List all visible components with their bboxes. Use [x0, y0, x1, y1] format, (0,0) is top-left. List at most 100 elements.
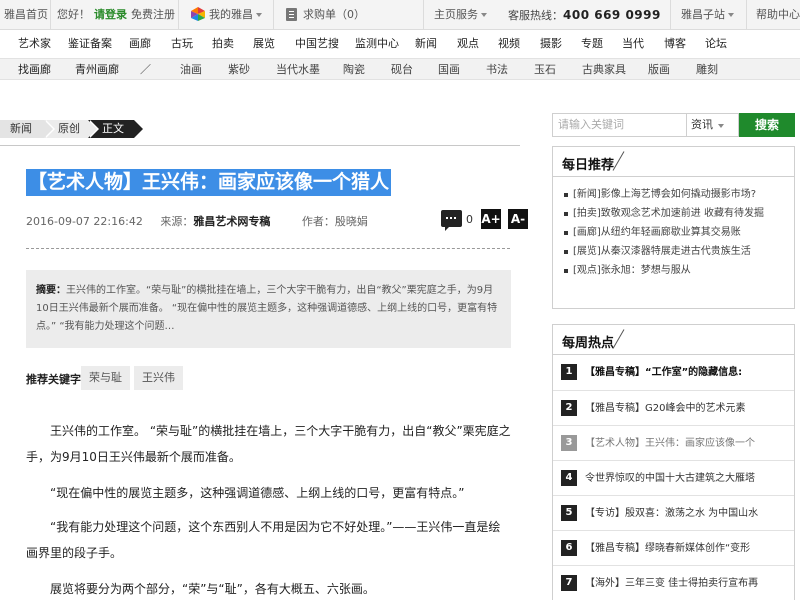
- substations-label: 雅昌子站: [681, 8, 725, 21]
- nav-item-video[interactable]: 视频: [498, 36, 520, 52]
- list-item[interactable]: 2 【雅昌专稿】G20峰会中的艺术元素: [553, 390, 794, 425]
- sub-nav-qingzhou-gallery[interactable]: 青州画廊: [75, 62, 119, 78]
- sub-nav-zisha[interactable]: 紫砂: [228, 62, 250, 78]
- chevron-down-icon: [728, 13, 734, 17]
- sub-nav-oil-painting[interactable]: 油画: [180, 62, 202, 78]
- list-item[interactable]: 6 【雅昌专稿】缪晓春新媒体创作“变形: [553, 530, 794, 565]
- nav-item-forum[interactable]: 论坛: [705, 36, 727, 52]
- my-artron-menu[interactable]: 我的雅昌: [209, 8, 262, 22]
- substations-menu[interactable]: 雅昌子站: [681, 8, 734, 22]
- sub-nav-jade[interactable]: 玉石: [534, 62, 556, 78]
- article-summary: 摘要：王兴伟的工作室。“荣与耻”的横批挂在墙上，三个大字干脆有力，出自“教父”栗…: [26, 270, 511, 348]
- services-menu[interactable]: 主页服务: [434, 8, 487, 22]
- home-link[interactable]: 雅昌首页: [4, 8, 48, 22]
- list-item[interactable]: 4 令世界惊叹的中国十大古建筑之大雁塔: [553, 460, 794, 495]
- list-item[interactable]: [新闻]影像上海艺博会如何撬动摄影市场?: [563, 185, 784, 204]
- list-item[interactable]: [拍卖]致敬观念艺术加速前进 收藏有待发掘: [563, 204, 784, 223]
- list-item[interactable]: [观点]张永旭：梦想与服从: [563, 261, 784, 280]
- article-author: 殷晓娟: [334, 215, 368, 228]
- rank-badge: 3: [561, 435, 577, 451]
- rank-badge: 2: [561, 400, 577, 416]
- sub-nav-sculpture[interactable]: 雕刻: [696, 62, 718, 78]
- chevron-down-icon: [718, 124, 724, 128]
- search-category-value: 资讯: [691, 118, 713, 131]
- list-item[interactable]: 3 【艺术人物】王兴伟：画家应该像一个: [553, 425, 794, 460]
- keywords-label: 推荐关键字: [26, 373, 81, 386]
- sub-nav-printmaking[interactable]: 版画: [648, 62, 670, 78]
- sub-nav-find-gallery[interactable]: 找画廊: [18, 62, 51, 78]
- divider: [178, 0, 179, 30]
- list-item[interactable]: [展览]从秦汉漆器特展走进古代贵族生活: [563, 242, 784, 261]
- divider: [746, 0, 747, 30]
- nav-item-gallery[interactable]: 画廊: [129, 36, 151, 52]
- sub-nav-ink[interactable]: 当代水墨: [276, 62, 320, 78]
- nav-item-opinion[interactable]: 观点: [457, 36, 479, 52]
- breadcrumb: 新闻 原创 正文: [0, 120, 520, 138]
- author-label: 作者：: [301, 215, 335, 228]
- divider: [26, 248, 510, 249]
- source-label: 来源：: [160, 215, 194, 228]
- list-item[interactable]: 7 【海外】三年三变 佳士得拍卖行宣布再: [553, 565, 794, 600]
- divider: [273, 0, 274, 30]
- rank-badge: 1: [561, 364, 577, 380]
- rank-badge: 5: [561, 505, 577, 521]
- sub-nav-furniture[interactable]: 古典家具: [582, 62, 626, 78]
- divider: [670, 0, 671, 30]
- search-input[interactable]: 请输入关键词: [552, 113, 686, 137]
- search-category-select[interactable]: 资讯: [686, 113, 739, 137]
- nav-item-news[interactable]: 新闻: [415, 36, 437, 52]
- sub-nav-chinese-painting[interactable]: 国画: [438, 62, 460, 78]
- font-decrease-button[interactable]: A-: [508, 209, 528, 229]
- nav-item-artist[interactable]: 艺术家: [18, 36, 51, 52]
- top-bar: 雅昌首页 您好！ 请登录 免费注册 我的雅昌 求购单（0） 主页服务 客服热线：…: [0, 0, 800, 30]
- summary-label: 摘要：: [36, 285, 66, 296]
- breadcrumb-news[interactable]: 新闻: [0, 120, 44, 138]
- list-item[interactable]: 5 【专访】殷双喜：激荡之水 为中国山水: [553, 495, 794, 530]
- nav-item-appraisal[interactable]: 鉴证备案: [68, 36, 112, 52]
- nav-item-photography[interactable]: 摄影: [540, 36, 562, 52]
- my-artron-label: 我的雅昌: [209, 8, 253, 21]
- sub-nav: 找画廊 青州画廊 ／ 油画 紫砂 当代水墨 陶瓷 砚台 国画 书法 玉石 古典家…: [0, 58, 800, 80]
- list-item[interactable]: 1 【雅昌专稿】“工作室”的隐藏信息:: [553, 355, 794, 390]
- nav-item-exhibition[interactable]: 展览: [253, 36, 275, 52]
- article-paragraph: “我有能力处理这个问题，这个东西别人不用是因为它不好处理。”——王兴伟一直是绘画…: [26, 520, 501, 560]
- nav-item-monitor[interactable]: 监测中心: [355, 36, 399, 52]
- hot-item-text: 【雅昌专稿】“工作室”的隐藏信息:: [585, 367, 743, 378]
- search-button[interactable]: 搜索: [739, 113, 795, 137]
- sub-nav-inkstone[interactable]: 砚台: [391, 62, 413, 78]
- slash-divider: [612, 329, 625, 349]
- help-link[interactable]: 帮助中心: [756, 8, 800, 22]
- nav-item-blog[interactable]: 博客: [664, 36, 686, 52]
- sub-nav-calligraphy[interactable]: 书法: [486, 62, 508, 78]
- hot-item-text: 【海外】三年三变 佳士得拍卖行宣布再: [585, 578, 759, 589]
- hot-list: 1 【雅昌专稿】“工作室”的隐藏信息: 2 【雅昌专稿】G20峰会中的艺术元素 3 【…: [553, 355, 794, 600]
- divider: [50, 0, 51, 30]
- keyword-tag[interactable]: 王兴伟: [134, 366, 183, 390]
- panel-title: 每周热点: [562, 336, 615, 351]
- slash-divider: [612, 151, 625, 171]
- panel-header: 每日推荐: [553, 147, 794, 177]
- login-link[interactable]: 请登录: [94, 8, 127, 22]
- nav-item-contemporary[interactable]: 当代: [622, 36, 644, 52]
- comment-icon[interactable]: [441, 210, 462, 231]
- nav-item-topics[interactable]: 专题: [581, 36, 603, 52]
- chevron-down-icon: [481, 13, 487, 17]
- article-date: 2016-09-07 22:16:42: [26, 215, 143, 228]
- article-source[interactable]: 雅昌艺术网专稿: [193, 215, 270, 228]
- keyword-tag[interactable]: 荣与耻: [81, 366, 130, 390]
- nav-item-antiques[interactable]: 古玩: [171, 36, 193, 52]
- sub-nav-ceramics[interactable]: 陶瓷: [343, 62, 365, 78]
- nav-item-auction[interactable]: 拍卖: [212, 36, 234, 52]
- article-title: 【艺术人物】王兴伟：画家应该像一个猎人: [26, 169, 392, 196]
- font-increase-button[interactable]: A+: [481, 209, 501, 229]
- hot-item-text: 令世界惊叹的中国十大古建筑之大雁塔: [585, 473, 755, 484]
- list-item[interactable]: [画廊]从纽约年轻画廊歇业算其交易账: [563, 223, 784, 242]
- rank-badge: 7: [561, 575, 577, 591]
- list-icon: [286, 8, 297, 21]
- nav-item-art-search[interactable]: 中国艺搜: [295, 36, 339, 52]
- cart-link[interactable]: 求购单（0）: [303, 8, 365, 22]
- register-link[interactable]: 免费注册: [131, 8, 175, 22]
- daily-recommend-panel: 每日推荐 [新闻]影像上海艺博会如何撬动摄影市场? [拍卖]致敬观念艺术加速前进…: [552, 146, 795, 309]
- hot-item-text: 【专访】殷双喜：激荡之水 为中国山水: [585, 508, 759, 519]
- panel-header: 每周热点: [553, 325, 794, 355]
